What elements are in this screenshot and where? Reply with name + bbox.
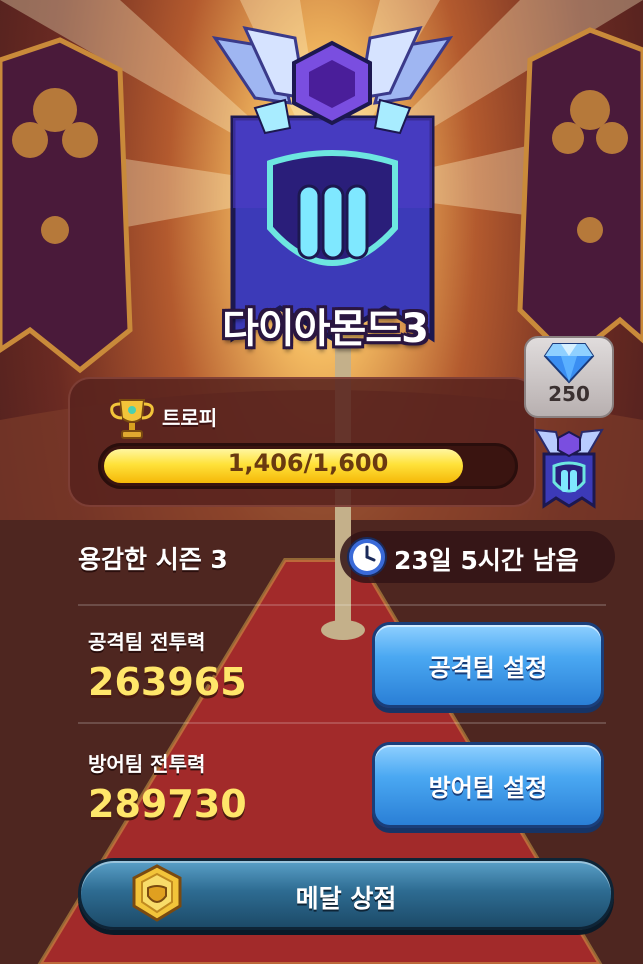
divider — [78, 604, 606, 606]
next-rank-emblem-icon — [534, 428, 604, 509]
attack-power-label: 공격팀 전투력 — [88, 630, 206, 654]
defense-power-label: 방어팀 전투력 — [88, 752, 206, 776]
medal-shop-label: 메달 상점 — [295, 884, 397, 913]
trophy-label: 트로피 — [162, 406, 218, 430]
season-name: 용감한 시즌 3 — [78, 545, 228, 574]
gem-count: 250 — [548, 382, 590, 406]
attack-power-value: 263965 — [88, 660, 247, 704]
rank-title: 다이아몬드3 — [222, 306, 429, 352]
defense-team-setup-button[interactable]: 방어팀 설정 — [372, 742, 604, 828]
clock-icon — [347, 537, 387, 577]
divider — [78, 722, 606, 724]
season-time-remaining: 23일 5시간 남음 — [394, 546, 579, 575]
trophy-progress-text: 1,406/1,600 — [227, 449, 389, 477]
attack-team-setup-button[interactable]: 공격팀 설정 — [372, 622, 604, 708]
trophy-icon — [110, 399, 154, 439]
diamond-gem-icon — [543, 343, 595, 384]
defense-power-value: 289730 — [88, 782, 247, 826]
